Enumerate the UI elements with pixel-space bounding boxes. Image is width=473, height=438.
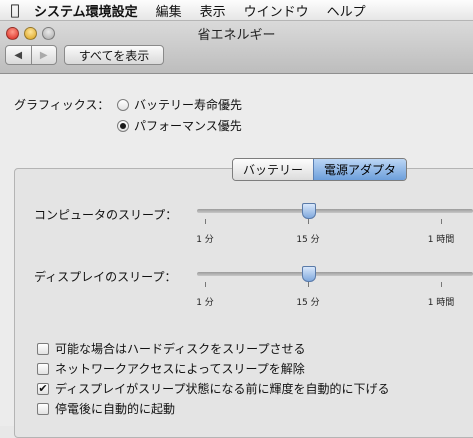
menu-view[interactable]: 表示 [191,1,235,20]
checkbox-disk-sleep[interactable]: 可能な場合はハードディスクをスリープさせる [37,340,305,357]
back-forward-control: ◀ ▶ [5,45,57,65]
window-controls [6,27,55,40]
menu-help[interactable]: ヘルプ [318,1,375,20]
slider-tick [308,282,309,287]
display-sleep-slider-thumb[interactable] [302,266,316,282]
minimize-button[interactable] [24,27,37,40]
checkbox-label: ネットワークアクセスによってスリープを解除 [55,362,305,376]
slider-tick [308,219,309,224]
checkbox[interactable] [37,362,49,375]
checkbox-label: 停電後に自動的に起動 [55,402,176,416]
radio-label: バッテリー寿命優先 [134,98,243,112]
tab-power-adapter[interactable]: 電源アダプタ [313,159,407,180]
checkbox-wake-network[interactable]: ネットワークアクセスによってスリープを解除 [37,360,305,377]
tick-label-1hour: 1 時間 [427,235,455,245]
slider-tick [205,282,206,287]
display-sleep-slider-track[interactable] [197,272,473,276]
menu-system-preferences[interactable]: システム環境設定 [30,1,147,20]
radio-label: パフォーマンス優先 [134,119,242,133]
window-title: 省エネルギー [197,28,276,43]
apple-icon[interactable]:  [0,1,30,19]
slider-tick [441,282,442,287]
tick-label-1hour: 1 時間 [427,298,455,308]
computer-sleep-label: コンピュータのスリープ： [34,208,178,222]
slider-tick [441,219,442,224]
checkbox[interactable] [37,402,49,415]
zoom-button[interactable] [42,27,55,40]
computer-sleep-slider-thumb[interactable] [302,203,316,219]
checkbox[interactable] [37,342,49,355]
checkbox-label: 可能な場合はハードディスクをスリープさせる [55,342,306,356]
tick-label-15min: 15 分 [296,235,320,245]
display-sleep-label: ディスプレイのスリープ： [34,270,177,284]
power-source-tabs: バッテリー 電源アダプタ [232,158,408,181]
menu-edit[interactable]: 編集 [147,1,191,20]
forward-button[interactable]: ▶ [30,46,57,64]
radio-battery-life[interactable]: バッテリー寿命優先 [117,96,242,113]
computer-sleep-slider-track[interactable] [197,209,473,213]
radio-button-selected[interactable] [117,119,129,132]
window-toolbar: 省エネルギー ◀ ▶ すべてを表示 [0,21,473,74]
radio-performance[interactable]: パフォーマンス優先 [117,117,242,134]
checkbox-checked[interactable]: ✔ [37,382,49,395]
slider-tick [205,219,206,224]
radio-button[interactable] [117,98,129,111]
checkmark-icon: ✔ [38,382,48,395]
menu-bar:  システム環境設定 編集 表示 ウインドウ ヘルプ [0,0,473,21]
back-button[interactable]: ◀ [6,46,31,64]
tab-battery[interactable]: バッテリー [233,159,314,180]
menu-window[interactable]: ウインドウ [235,1,318,20]
checkbox-dim-display[interactable]: ✔ ディスプレイがスリープ状態になる前に輝度を自動的に下げる [37,380,389,397]
tick-label-1min: 1 分 [196,235,214,245]
tick-label-15min: 15 分 [296,298,320,308]
show-all-button[interactable]: すべてを表示 [64,45,164,65]
graphics-label: グラフィックス： [14,98,110,112]
preferences-content: グラフィックス： バッテリー寿命優先 パフォーマンス優先 バッテリー 電源アダプ… [0,74,473,438]
close-button[interactable] [6,27,19,40]
checkbox-label: ディスプレイがスリープ状態になる前に輝度を自動的に下げる [55,382,390,396]
checkbox-restart-power-failure[interactable]: 停電後に自動的に起動 [37,400,175,417]
tick-label-1min: 1 分 [196,298,214,308]
